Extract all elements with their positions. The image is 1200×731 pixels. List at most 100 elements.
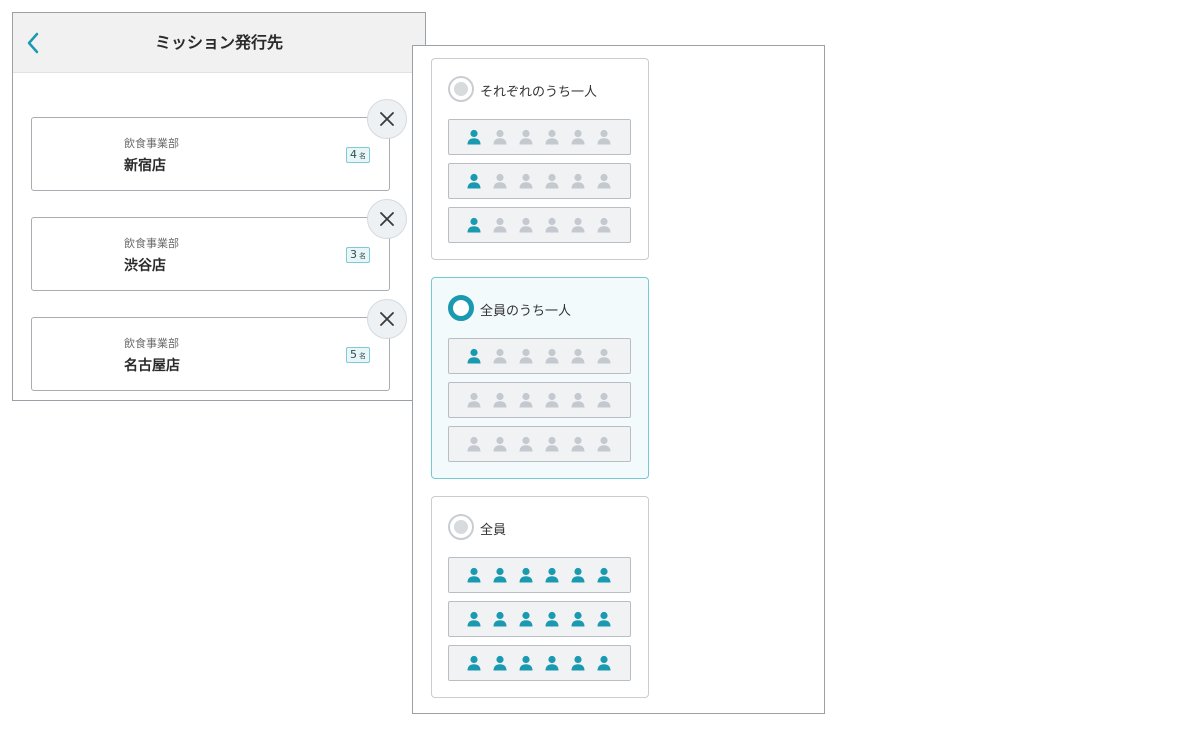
store-name: 新宿店	[124, 158, 166, 174]
member-count-badge: 5名	[346, 347, 370, 363]
person-inactive-icon	[519, 348, 533, 364]
person-active-icon	[467, 173, 481, 189]
member-row	[448, 645, 631, 681]
person-active-icon	[571, 655, 585, 671]
person-inactive-icon	[597, 392, 611, 408]
person-inactive-icon	[597, 173, 611, 189]
option-card-everyone[interactable]: 全員	[431, 496, 649, 698]
radio-button[interactable]	[448, 514, 474, 540]
radio-dot	[454, 82, 468, 96]
destination-card: 飲食事業部 新宿店 4名	[31, 117, 390, 191]
person-inactive-icon	[571, 436, 585, 452]
option-card-one-from-each[interactable]: それぞれのうち一人	[431, 58, 649, 260]
person-inactive-icon	[545, 436, 559, 452]
member-count-badge: 4名	[346, 147, 370, 163]
person-inactive-icon	[597, 217, 611, 233]
person-inactive-icon	[493, 392, 507, 408]
person-inactive-icon	[493, 129, 507, 145]
person-active-icon	[597, 655, 611, 671]
member-count-unit: 名	[359, 152, 366, 160]
destination-panel: ミッション発行先 飲食事業部 新宿店 4名 飲食事業部 渋谷店 3名 飲食事業部…	[12, 12, 426, 401]
person-inactive-icon	[571, 217, 585, 233]
close-icon	[380, 112, 394, 126]
person-inactive-icon	[545, 217, 559, 233]
person-active-icon	[467, 348, 481, 364]
person-inactive-icon	[519, 392, 533, 408]
option-label: 全員	[480, 523, 507, 538]
store-name: 渋谷店	[124, 258, 166, 274]
person-active-icon	[519, 655, 533, 671]
person-inactive-icon	[467, 392, 481, 408]
person-inactive-icon	[519, 217, 533, 233]
person-active-icon	[597, 567, 611, 583]
person-active-icon	[519, 567, 533, 583]
person-active-icon	[571, 611, 585, 627]
member-count-unit: 名	[359, 352, 366, 360]
person-active-icon	[493, 567, 507, 583]
person-active-icon	[519, 611, 533, 627]
store-name: 名古屋店	[124, 358, 180, 374]
person-inactive-icon	[597, 129, 611, 145]
person-inactive-icon	[545, 348, 559, 364]
member-row	[448, 338, 631, 374]
person-inactive-icon	[545, 392, 559, 408]
back-button[interactable]	[21, 31, 45, 55]
member-count: 3	[350, 248, 357, 261]
person-inactive-icon	[571, 173, 585, 189]
close-icon	[380, 212, 394, 226]
member-count-unit: 名	[359, 252, 366, 260]
member-count-badge: 3名	[346, 247, 370, 263]
chevron-left-icon	[27, 32, 39, 54]
close-icon	[380, 312, 394, 326]
person-inactive-icon	[493, 436, 507, 452]
person-inactive-icon	[493, 217, 507, 233]
header-bar: ミッション発行先	[13, 13, 425, 73]
destination-card: 飲食事業部 名古屋店 5名	[31, 317, 390, 391]
person-inactive-icon	[519, 173, 533, 189]
person-active-icon	[545, 611, 559, 627]
remove-destination-button[interactable]	[367, 299, 407, 339]
person-active-icon	[467, 217, 481, 233]
person-inactive-icon	[597, 348, 611, 364]
person-inactive-icon	[571, 129, 585, 145]
remove-destination-button[interactable]	[367, 199, 407, 239]
destination-card: 飲食事業部 渋谷店 3名	[31, 217, 390, 291]
person-inactive-icon	[493, 173, 507, 189]
person-inactive-icon	[571, 348, 585, 364]
person-inactive-icon	[571, 392, 585, 408]
option-label: それぞれのうち一人	[480, 85, 598, 100]
member-row	[448, 382, 631, 418]
person-active-icon	[597, 611, 611, 627]
person-active-icon	[545, 655, 559, 671]
person-active-icon	[571, 567, 585, 583]
department-label: 飲食事業部	[124, 137, 179, 150]
person-active-icon	[467, 567, 481, 583]
member-row	[448, 426, 631, 462]
person-active-icon	[493, 611, 507, 627]
radio-dot	[454, 520, 468, 534]
person-inactive-icon	[545, 173, 559, 189]
member-row	[448, 557, 631, 593]
person-active-icon	[545, 567, 559, 583]
radio-button[interactable]	[448, 76, 474, 102]
person-active-icon	[467, 611, 481, 627]
member-count: 5	[350, 348, 357, 361]
person-inactive-icon	[467, 436, 481, 452]
department-label: 飲食事業部	[124, 237, 179, 250]
person-active-icon	[467, 129, 481, 145]
method-panel: それぞれのうち一人 全員のうち一人 全員	[412, 45, 825, 714]
person-inactive-icon	[597, 436, 611, 452]
option-card-one-from-all[interactable]: 全員のうち一人	[431, 277, 649, 479]
person-active-icon	[493, 655, 507, 671]
person-inactive-icon	[545, 129, 559, 145]
person-inactive-icon	[519, 129, 533, 145]
department-label: 飲食事業部	[124, 337, 179, 350]
person-inactive-icon	[493, 348, 507, 364]
member-count: 4	[350, 148, 357, 161]
radio-button[interactable]	[448, 295, 474, 321]
member-row	[448, 601, 631, 637]
remove-destination-button[interactable]	[367, 99, 407, 139]
person-active-icon	[467, 655, 481, 671]
page-title: ミッション発行先	[154, 33, 283, 52]
member-row	[448, 207, 631, 243]
